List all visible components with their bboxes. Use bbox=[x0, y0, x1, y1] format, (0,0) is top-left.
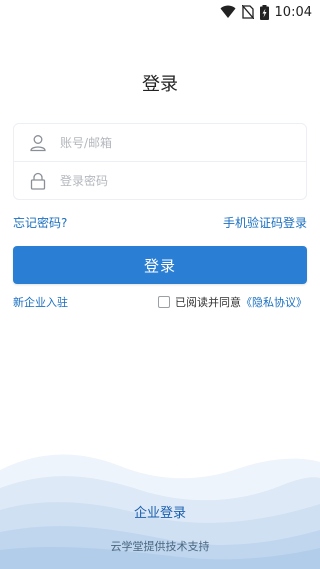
login-button[interactable]: 登录 bbox=[13, 246, 307, 284]
privacy-policy-link[interactable]: 《隐私协议》 bbox=[241, 294, 307, 310]
password-field[interactable] bbox=[14, 162, 306, 200]
agreement-row: 已阅读并同意 《隐私协议》 bbox=[158, 294, 307, 310]
agreement-checkbox[interactable] bbox=[158, 296, 170, 308]
wifi-icon bbox=[220, 5, 236, 18]
status-bar: 10:04 bbox=[0, 0, 320, 24]
sms-login-link[interactable]: 手机验证码登录 bbox=[223, 214, 307, 231]
agreement-text: 已阅读并同意 bbox=[175, 296, 241, 309]
login-form bbox=[13, 123, 307, 200]
forgot-password-link[interactable]: 忘记密码? bbox=[13, 214, 67, 231]
no-sim-icon bbox=[241, 5, 254, 19]
account-field[interactable] bbox=[14, 124, 306, 162]
link-row: 忘记密码? 手机验证码登录 bbox=[13, 214, 307, 231]
tech-support-text: 云学堂提供技术支持 bbox=[110, 540, 210, 553]
bottom-row: 新企业入驻 已阅读并同意 《隐私协议》 bbox=[13, 294, 307, 310]
battery-charging-icon bbox=[259, 4, 269, 20]
register-enterprise-link[interactable]: 新企业入驻 bbox=[13, 294, 68, 310]
account-input[interactable] bbox=[60, 135, 280, 150]
password-input[interactable] bbox=[60, 174, 280, 188]
user-icon bbox=[30, 134, 46, 151]
page-title: 登录 bbox=[142, 74, 178, 95]
status-time: 10:04 bbox=[274, 4, 312, 20]
enterprise-login-link[interactable]: 企业登录 bbox=[0, 502, 320, 521]
lock-icon bbox=[30, 172, 46, 190]
